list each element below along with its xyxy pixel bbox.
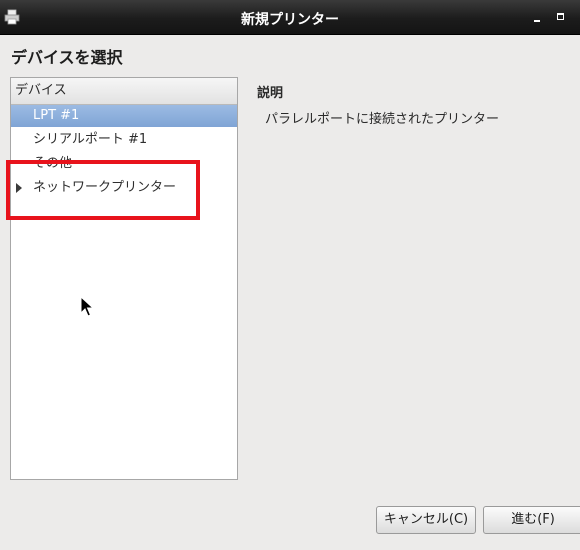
device-item-label: LPT #1	[33, 108, 80, 123]
description-title: 説明	[257, 86, 284, 101]
cancel-button[interactable]: キャンセル(C)	[376, 506, 476, 534]
device-item-lpt1[interactable]: LPT #1	[11, 105, 237, 127]
device-item-serial1[interactable]: シリアルポート #1	[11, 129, 237, 151]
window-title: 新規プリンター	[241, 12, 339, 28]
mouse-cursor-icon	[80, 296, 94, 317]
device-list[interactable]: デバイス LPT #1 シリアルポート #1 その他 ネットワークプリンター	[10, 77, 238, 480]
minimize-icon	[534, 20, 540, 22]
description-text: パラレルポートに接続されたプリンター	[265, 112, 500, 127]
annotation-highlight-box	[6, 160, 200, 220]
page-title: デバイスを選択	[11, 48, 123, 67]
title-bar[interactable]: 新規プリンター	[0, 0, 580, 35]
forward-button[interactable]: 進む(F)	[483, 506, 580, 534]
maximize-icon	[557, 13, 564, 20]
device-item-label: シリアルポート #1	[33, 132, 148, 147]
minimize-button[interactable]	[532, 10, 546, 24]
device-list-header[interactable]: デバイス	[11, 78, 237, 105]
maximize-button[interactable]	[556, 10, 570, 24]
